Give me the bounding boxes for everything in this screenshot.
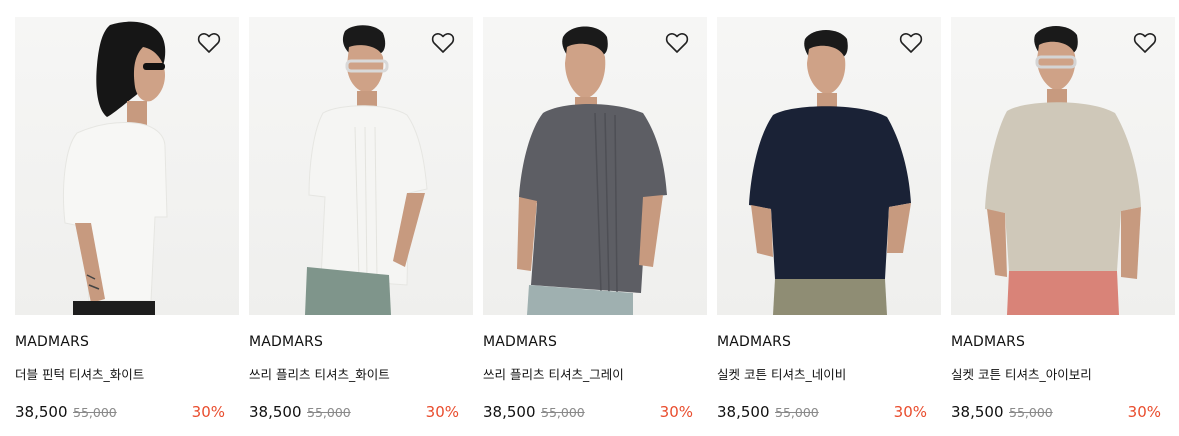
heart-outline-icon[interactable] — [899, 32, 925, 56]
discount-rate: 30% — [893, 403, 927, 421]
heart-outline-icon[interactable] — [197, 32, 223, 56]
discount-rate: 30% — [659, 403, 693, 421]
product-card[interactable]: MADMARS 실켓 코튼 티셔츠_아이보리 38,500 55,000 30% — [951, 0, 1175, 436]
product-grid: MADMARS 더블 핀턱 티셔츠_화이트 38,500 55,000 30% — [0, 0, 1179, 436]
product-name[interactable]: 실켓 코튼 티셔츠_아이보리 — [951, 364, 1092, 383]
price-row: 38,500 55,000 30% — [717, 403, 927, 423]
brand-label[interactable]: MADMARS — [15, 334, 89, 350]
product-image[interactable] — [717, 17, 941, 315]
sale-price: 38,500 — [15, 403, 68, 421]
discount-rate: 30% — [1127, 403, 1161, 421]
product-card[interactable]: MADMARS 실켓 코튼 티셔츠_네이비 38,500 55,000 30% — [717, 0, 941, 436]
original-price: 55,000 — [541, 405, 585, 420]
original-price: 55,000 — [1009, 405, 1053, 420]
original-price: 55,000 — [73, 405, 117, 420]
product-name[interactable]: 실켓 코튼 티셔츠_네이비 — [717, 364, 846, 383]
price-row: 38,500 55,000 30% — [15, 403, 225, 423]
product-name[interactable]: 쓰리 플리츠 티셔츠_그레이 — [483, 364, 624, 383]
sale-price: 38,500 — [717, 403, 770, 421]
product-card[interactable]: MADMARS 더블 핀턱 티셔츠_화이트 38,500 55,000 30% — [15, 0, 239, 436]
product-image[interactable] — [249, 17, 473, 315]
original-price: 55,000 — [307, 405, 351, 420]
original-price: 55,000 — [775, 405, 819, 420]
product-image[interactable] — [483, 17, 707, 315]
product-image[interactable] — [15, 17, 239, 315]
heart-outline-icon[interactable] — [1133, 32, 1159, 56]
brand-label[interactable]: MADMARS — [483, 334, 557, 350]
product-image[interactable] — [951, 17, 1175, 315]
product-card[interactable]: MADMARS 쓰리 플리츠 티셔츠_화이트 38,500 55,000 30% — [249, 0, 473, 436]
sale-price: 38,500 — [249, 403, 302, 421]
brand-label[interactable]: MADMARS — [717, 334, 791, 350]
brand-label[interactable]: MADMARS — [249, 334, 323, 350]
sale-price: 38,500 — [483, 403, 536, 421]
product-name[interactable]: 더블 핀턱 티셔츠_화이트 — [15, 364, 144, 383]
heart-outline-icon[interactable] — [665, 32, 691, 56]
discount-rate: 30% — [425, 403, 459, 421]
product-name[interactable]: 쓰리 플리츠 티셔츠_화이트 — [249, 364, 390, 383]
price-row: 38,500 55,000 30% — [483, 403, 693, 423]
heart-outline-icon[interactable] — [431, 32, 457, 56]
product-card[interactable]: MADMARS 쓰리 플리츠 티셔츠_그레이 38,500 55,000 30% — [483, 0, 707, 436]
brand-label[interactable]: MADMARS — [951, 334, 1025, 350]
price-row: 38,500 55,000 30% — [951, 403, 1161, 423]
sale-price: 38,500 — [951, 403, 1004, 421]
price-row: 38,500 55,000 30% — [249, 403, 459, 423]
discount-rate: 30% — [191, 403, 225, 421]
